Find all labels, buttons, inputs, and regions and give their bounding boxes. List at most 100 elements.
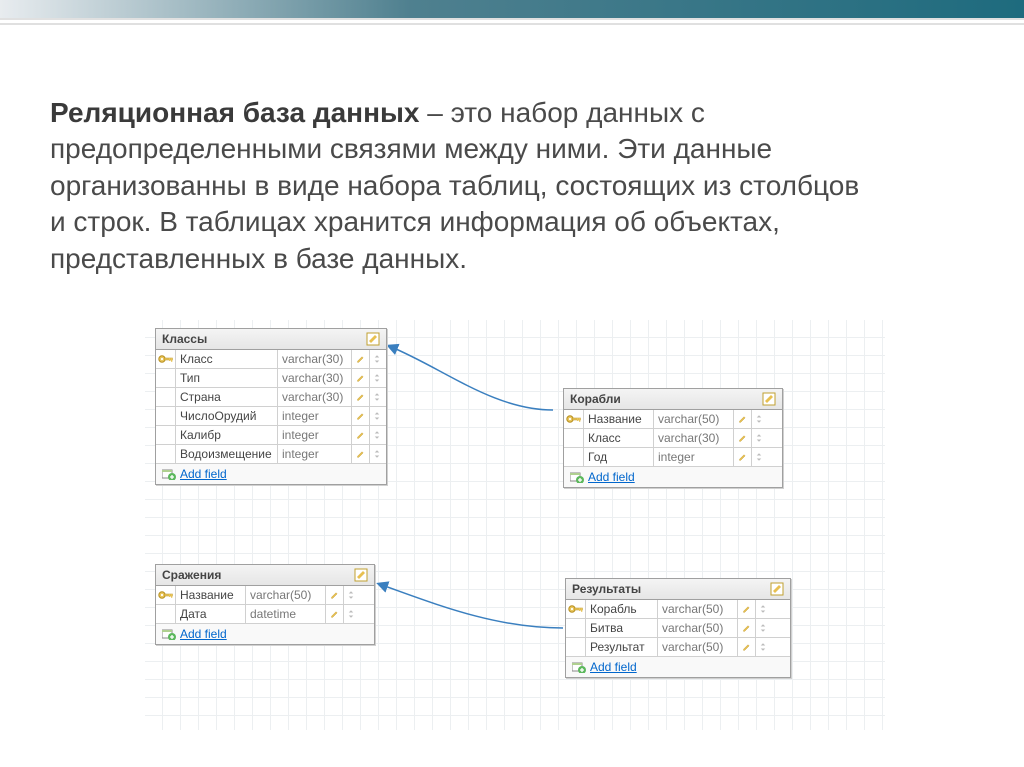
reorder-handle[interactable] — [756, 619, 770, 637]
reorder-handle[interactable] — [370, 369, 384, 387]
field-type: integer — [654, 448, 734, 466]
primary-key-cell — [566, 638, 586, 656]
edit-field-icon[interactable] — [352, 426, 370, 444]
add-field-icon — [162, 628, 176, 640]
edit-field-icon[interactable] — [326, 586, 344, 604]
add-field-label: Add field — [180, 467, 227, 481]
table-header[interactable]: Сражения — [156, 565, 374, 586]
slide-divider-bottom — [0, 23, 1024, 25]
edit-table-icon[interactable] — [762, 392, 776, 406]
primary-key-cell — [156, 426, 176, 444]
table-header[interactable]: Корабли — [564, 389, 782, 410]
field-type: varchar(50) — [658, 600, 738, 618]
field-row[interactable]: Типvarchar(30) — [156, 369, 386, 388]
table-battles[interactable]: Сражения Названиеvarchar(50)Датаdatetime… — [155, 564, 375, 645]
edit-field-icon[interactable] — [738, 600, 756, 618]
field-type: integer — [278, 445, 352, 463]
reorder-handle[interactable] — [344, 605, 358, 623]
edit-field-icon[interactable] — [738, 619, 756, 637]
key-icon — [568, 603, 584, 615]
field-type: varchar(30) — [278, 350, 352, 368]
table-ships[interactable]: Корабли Названиеvarchar(50)Классvarchar(… — [563, 388, 783, 488]
field-name: Калибр — [176, 426, 278, 444]
field-name: ЧислоОрудий — [176, 407, 278, 425]
add-field-link[interactable]: Add field — [564, 467, 782, 487]
edit-table-icon[interactable] — [354, 568, 368, 582]
table-header[interactable]: Результаты — [566, 579, 790, 600]
primary-key-cell — [156, 369, 176, 387]
field-row[interactable]: Названиеvarchar(50) — [564, 410, 782, 429]
add-field-link[interactable]: Add field — [156, 624, 374, 644]
edit-table-icon[interactable] — [366, 332, 380, 346]
intro-paragraph: Реляционная база данных – это набор данн… — [50, 95, 870, 277]
field-row[interactable]: Годinteger — [564, 448, 782, 467]
edit-field-icon[interactable] — [352, 407, 370, 425]
field-name: Тип — [176, 369, 278, 387]
table-results[interactable]: Результаты Корабльvarchar(50)Битваvarcha… — [565, 578, 791, 678]
key-icon — [566, 413, 582, 425]
table-title: Классы — [162, 332, 207, 346]
table-title: Сражения — [162, 568, 221, 582]
edit-field-icon[interactable] — [352, 350, 370, 368]
edit-field-icon[interactable] — [352, 445, 370, 463]
relation-arrow-classes-ships — [383, 338, 563, 418]
reorder-handle[interactable] — [752, 410, 766, 428]
reorder-handle[interactable] — [756, 600, 770, 618]
reorder-handle[interactable] — [370, 407, 384, 425]
field-row[interactable]: ЧислоОрудийinteger — [156, 407, 386, 426]
primary-key-cell — [156, 605, 176, 623]
edit-field-icon[interactable] — [326, 605, 344, 623]
primary-key-cell — [156, 350, 176, 368]
reorder-handle[interactable] — [756, 638, 770, 656]
table-header[interactable]: Классы — [156, 329, 386, 350]
reorder-handle[interactable] — [370, 388, 384, 406]
add-field-link[interactable]: Add field — [566, 657, 790, 677]
field-name: Год — [584, 448, 654, 466]
field-row[interactable]: Названиеvarchar(50) — [156, 586, 374, 605]
field-row[interactable]: Водоизмещениеinteger — [156, 445, 386, 464]
add-field-icon — [572, 661, 586, 673]
table-title: Корабли — [570, 392, 621, 406]
field-type: varchar(30) — [278, 369, 352, 387]
edit-field-icon[interactable] — [352, 388, 370, 406]
field-type: varchar(30) — [278, 388, 352, 406]
field-name: Битва — [586, 619, 658, 637]
reorder-handle[interactable] — [752, 429, 766, 447]
reorder-handle[interactable] — [344, 586, 358, 604]
reorder-handle[interactable] — [370, 350, 384, 368]
edit-field-icon[interactable] — [734, 410, 752, 428]
edit-field-icon[interactable] — [352, 369, 370, 387]
reorder-handle[interactable] — [370, 445, 384, 463]
edit-field-icon[interactable] — [734, 429, 752, 447]
table-title: Результаты — [572, 582, 641, 596]
field-row[interactable]: Странаvarchar(30) — [156, 388, 386, 407]
primary-key-cell — [564, 448, 584, 466]
field-row[interactable]: Классvarchar(30) — [156, 350, 386, 369]
slide-top-accent — [0, 0, 1024, 18]
add-field-label: Add field — [180, 627, 227, 641]
edit-table-icon[interactable] — [770, 582, 784, 596]
field-type: datetime — [246, 605, 326, 623]
table-classes[interactable]: Классы Классvarchar(30)Типvarchar(30)Стр… — [155, 328, 387, 485]
field-type: varchar(50) — [658, 638, 738, 656]
field-name: Название — [584, 410, 654, 428]
field-row[interactable]: Датаdatetime — [156, 605, 374, 624]
field-name: Название — [176, 586, 246, 604]
reorder-handle[interactable] — [752, 448, 766, 466]
field-row[interactable]: Калибрinteger — [156, 426, 386, 445]
add-field-link[interactable]: Add field — [156, 464, 386, 484]
key-icon — [158, 353, 174, 365]
field-row[interactable]: Битваvarchar(50) — [566, 619, 790, 638]
edit-field-icon[interactable] — [734, 448, 752, 466]
field-name: Результат — [586, 638, 658, 656]
field-row[interactable]: Корабльvarchar(50) — [566, 600, 790, 619]
field-type: varchar(50) — [654, 410, 734, 428]
field-name: Водоизмещение — [176, 445, 278, 463]
add-field-icon — [570, 471, 584, 483]
reorder-handle[interactable] — [370, 426, 384, 444]
add-field-icon — [162, 468, 176, 480]
field-row[interactable]: Классvarchar(30) — [564, 429, 782, 448]
field-type: integer — [278, 426, 352, 444]
edit-field-icon[interactable] — [738, 638, 756, 656]
field-row[interactable]: Результатvarchar(50) — [566, 638, 790, 657]
